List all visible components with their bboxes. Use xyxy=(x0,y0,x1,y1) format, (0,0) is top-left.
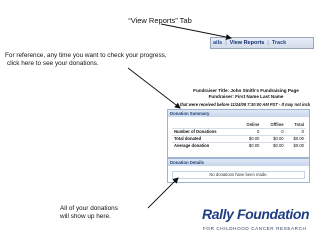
instruction-bottom: All of your donations will show up here. xyxy=(60,205,160,221)
arrow-to-tab xyxy=(160,23,232,40)
rally-foundation-logo: Rally Foundation FOR CHILDHOOD CANCER RE… xyxy=(202,206,316,236)
arrow-to-details xyxy=(147,177,179,209)
logo-tagline: FOR CHILDHOOD CANCER RESEARCH xyxy=(203,226,307,231)
logo-wordmark: Rally Foundation xyxy=(202,206,310,222)
callout-arrows xyxy=(127,23,232,209)
instruction-bottom-line: will show up here. xyxy=(60,213,111,220)
arrow-to-report xyxy=(127,67,181,109)
instruction-bottom-line: All of your donations xyxy=(60,205,118,212)
